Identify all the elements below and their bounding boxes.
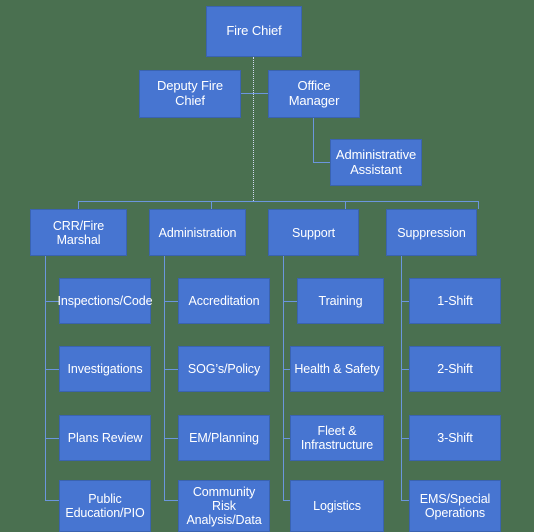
connector-drop-suppression [478,201,479,209]
node-health-safety[interactable]: Health & Safety [290,346,384,392]
connector-stub-crr-3 [45,438,59,439]
connector-office-manager-stub [253,93,268,94]
connector-division-bar [78,201,478,202]
node-logistics[interactable]: Logistics [290,480,384,532]
org-chart: Fire Chief Deputy Fire Chief Office Mana… [0,0,534,532]
connector-trunk-crr [45,256,46,501]
connector-stub-administration-4 [164,500,178,501]
node-deputy-fire-chief[interactable]: Deputy Fire Chief [139,70,241,118]
node-division-crr-fire-marshal[interactable]: CRR/Fire Marshal [30,209,127,256]
connector-stub-crr-4 [45,500,59,501]
connector-stub-crr-2 [45,369,59,370]
node-3-shift[interactable]: 3-Shift [409,415,501,461]
connector-drop-crr [78,201,79,209]
connector-chief-trunk [253,57,254,201]
connector-stub-support-1 [283,301,297,302]
connector-stub-administration-3 [164,438,178,439]
node-investigations[interactable]: Investigations [59,346,151,392]
node-sogs-policy[interactable]: SOG’s/Policy [178,346,270,392]
node-community-risk-analysis-data[interactable]: Community Risk Analysis/Data [178,480,270,532]
node-1-shift[interactable]: 1-Shift [409,278,501,324]
node-public-education-pio[interactable]: Public Education/PIO [59,480,151,532]
connector-admin-assistant-stub [313,162,330,163]
node-administrative-assistant[interactable]: Administrative Assistant [330,139,422,186]
connector-stub-administration-2 [164,369,178,370]
connector-stub-administration-1 [164,301,178,302]
node-ems-special-operations[interactable]: EMS/Special Operations [409,480,501,532]
node-accreditation[interactable]: Accreditation [178,278,270,324]
node-fire-chief[interactable]: Fire Chief [206,6,302,57]
connector-drop-administration [211,201,212,209]
node-division-suppression[interactable]: Suppression [386,209,477,256]
node-fleet-infrastructure[interactable]: Fleet & Infrastructure [290,415,384,461]
node-2-shift[interactable]: 2-Shift [409,346,501,392]
connector-trunk-administration [164,256,165,501]
node-inspections-code[interactable]: Inspections/Code [58,278,153,324]
node-training[interactable]: Training [297,278,384,324]
connector-trunk-support [283,256,284,501]
node-division-administration[interactable]: Administration [149,209,246,256]
node-office-manager[interactable]: Office Manager [268,70,360,118]
connector-office-manager-trunk [313,118,314,163]
node-plans-review[interactable]: Plans Review [59,415,151,461]
connector-drop-support [345,201,346,209]
node-em-planning[interactable]: EM/Planning [178,415,270,461]
connector-trunk-suppression [401,256,402,501]
node-division-support[interactable]: Support [268,209,359,256]
